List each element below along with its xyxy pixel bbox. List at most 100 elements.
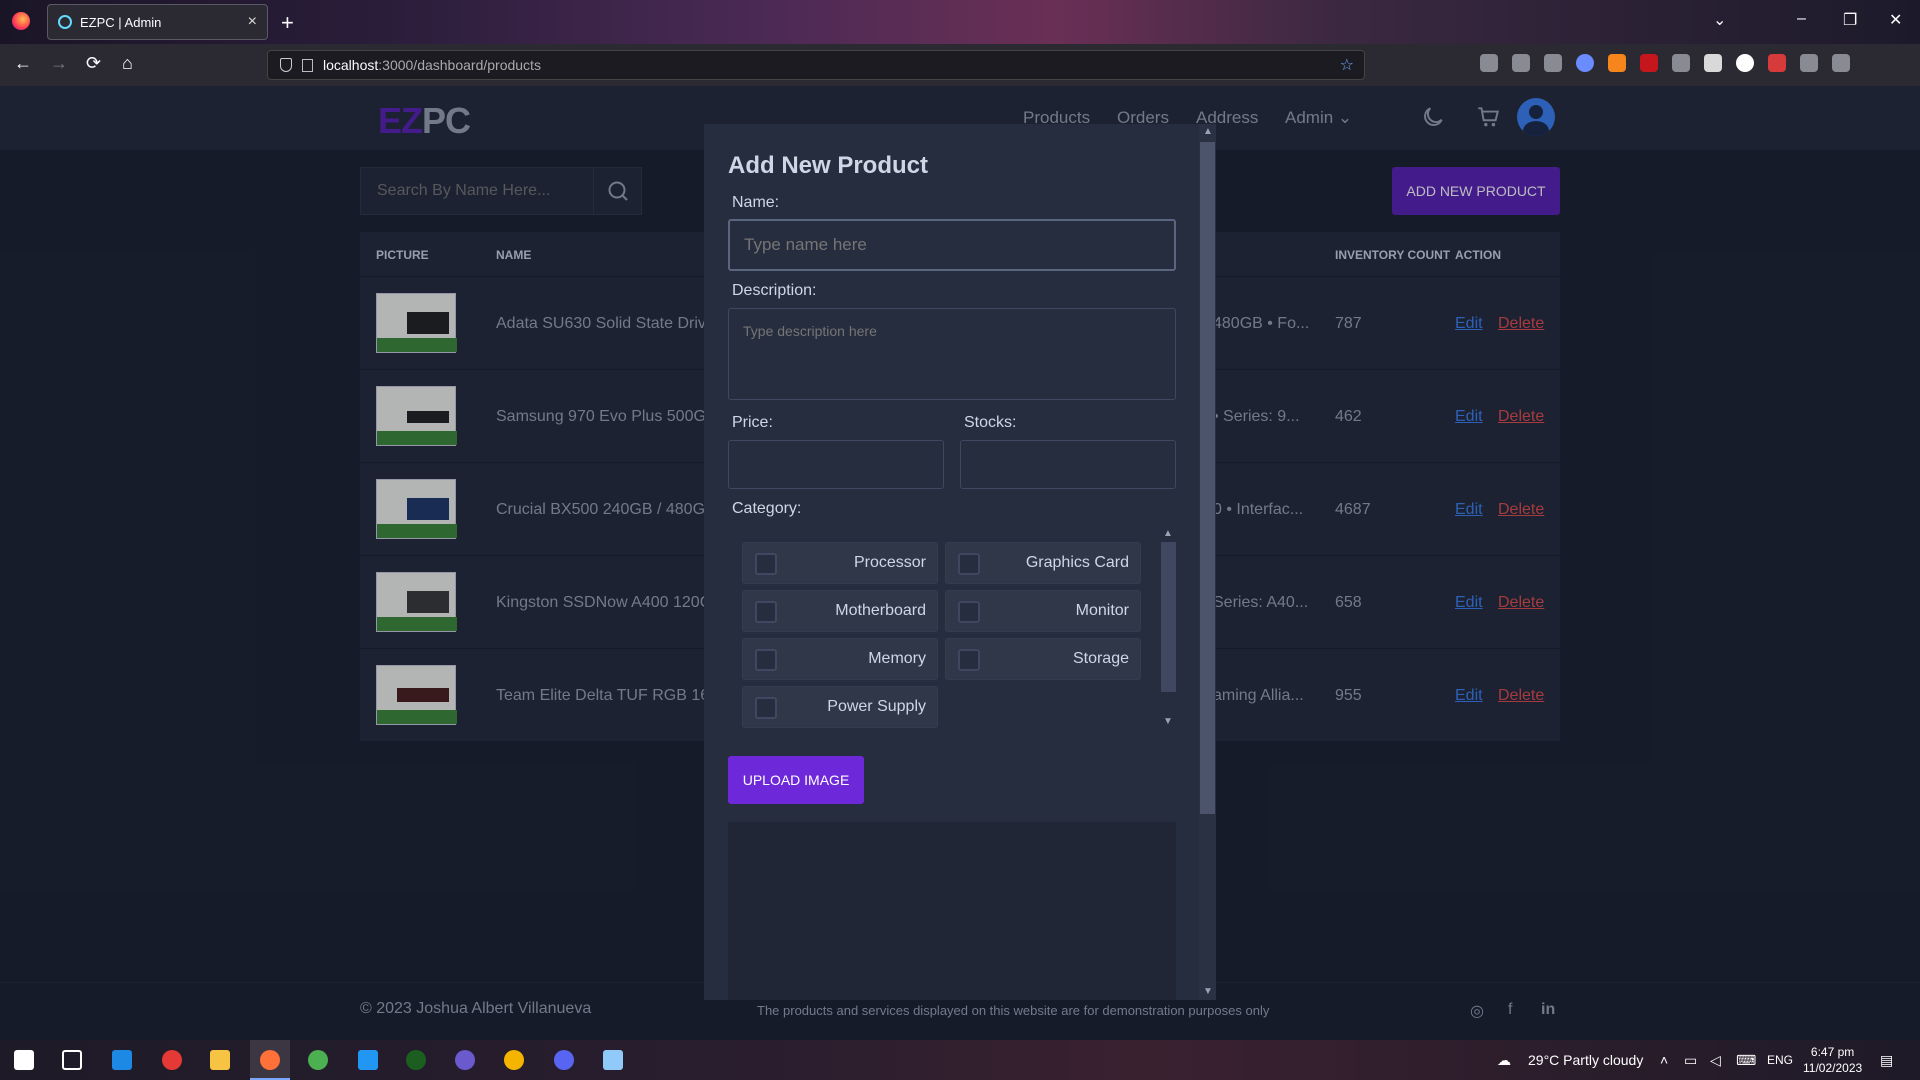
tab-list-chevron-icon[interactable]: ⌄ <box>1713 10 1726 30</box>
category-option[interactable]: Graphics Card <box>945 542 1141 584</box>
category-label-text: Power Supply <box>827 698 926 715</box>
category-option[interactable]: Memory <box>742 638 938 680</box>
vscode-icon[interactable] <box>358 1050 378 1070</box>
url-bar[interactable]: localhost :3000/dashboard/products ☆ <box>267 50 1365 80</box>
scroll-up-arrow-icon[interactable]: ▲ <box>1163 528 1173 539</box>
metamask-icon[interactable] <box>1608 54 1626 72</box>
new-tab-button[interactable]: + <box>281 10 294 36</box>
eclipse-icon[interactable] <box>455 1050 475 1070</box>
category-option[interactable]: Power Supply <box>742 686 938 728</box>
library-icon[interactable] <box>1512 54 1530 72</box>
weather-text[interactable]: 29°C Partly cloudy <box>1528 1052 1643 1068</box>
description-label: Description: <box>732 282 817 299</box>
bitwarden-icon[interactable] <box>1736 54 1754 72</box>
category-option[interactable]: Motherboard <box>742 590 938 632</box>
category-label-text: Monitor <box>1075 602 1129 619</box>
network-icon[interactable]: ▭ <box>1684 1052 1697 1069</box>
menu-icon[interactable] <box>1832 54 1850 72</box>
category-checkbox[interactable] <box>755 697 777 719</box>
screenshot-icon[interactable] <box>1672 54 1690 72</box>
language-indicator[interactable]: ENG <box>1767 1053 1793 1067</box>
modal-title: Add New Product <box>728 152 929 179</box>
stocks-input[interactable] <box>960 440 1176 489</box>
firefox-taskbar-icon[interactable] <box>260 1050 280 1070</box>
minimize-button[interactable]: – <box>1797 10 1806 28</box>
trello-icon[interactable] <box>112 1050 132 1070</box>
category-list: Processor Graphics Card Motherboard Moni… <box>728 526 1176 730</box>
category-checkbox[interactable] <box>755 553 777 575</box>
react-icon <box>58 15 72 29</box>
reload-button[interactable]: ⟳ <box>86 53 101 74</box>
tab-title: EZPC | Admin <box>80 14 162 30</box>
firefox-icon[interactable] <box>12 12 30 30</box>
category-checkbox[interactable] <box>958 601 980 623</box>
url-path: :3000/dashboard/products <box>378 57 541 73</box>
category-checkbox[interactable] <box>958 553 980 575</box>
weather-icon[interactable]: ☁ <box>1497 1052 1511 1069</box>
notes-icon[interactable] <box>603 1050 623 1070</box>
category-option[interactable]: Monitor <box>945 590 1141 632</box>
windows-taskbar: ☁ 29°C Partly cloudy ˄ ▭ ◁ ⌨ ENG 6:47 pm… <box>0 1040 1920 1080</box>
scrollbar-thumb[interactable] <box>1200 142 1215 814</box>
chrome-icon[interactable] <box>308 1050 328 1070</box>
category-label: Category: <box>732 500 802 517</box>
forward-button[interactable]: → <box>50 53 68 74</box>
bookmark-star-icon[interactable]: ☆ <box>1340 55 1354 75</box>
extension-red-icon[interactable] <box>1768 54 1786 72</box>
product-name-input[interactable] <box>728 219 1176 271</box>
extension-toolbar <box>1480 54 1850 72</box>
shield-icon[interactable] <box>280 58 292 72</box>
scroll-down-arrow-icon[interactable]: ▼ <box>1163 716 1173 727</box>
app-yellow-icon[interactable] <box>504 1050 524 1070</box>
category-checkbox[interactable] <box>755 649 777 671</box>
close-window-button[interactable]: ✕ <box>1889 10 1902 30</box>
tray-chevron-icon[interactable]: ˄ <box>1660 1052 1668 1068</box>
upload-image-button[interactable]: UPLOAD IMAGE <box>728 756 864 804</box>
browser-tab[interactable]: EZPC | Admin × <box>47 4 268 40</box>
extensions-puzzle-icon[interactable] <box>1800 54 1818 72</box>
clock-time: 6:47 pm <box>1810 1045 1855 1059</box>
notification-icon[interactable]: ▤ <box>1880 1052 1893 1069</box>
price-input[interactable] <box>728 440 944 489</box>
category-label-text: Storage <box>1072 650 1129 667</box>
category-checkbox[interactable] <box>755 601 777 623</box>
extension-j-icon[interactable] <box>1576 54 1594 72</box>
extension-icon[interactable] <box>1704 54 1722 72</box>
app-page: EZPC Products Orders Address Admin ⌄ Sea… <box>0 86 1920 1040</box>
stocks-label: Stocks: <box>964 414 1017 431</box>
category-label-text: Motherboard <box>835 602 926 619</box>
discord-icon[interactable] <box>554 1050 574 1070</box>
category-label-text: Processor <box>853 554 926 571</box>
scroll-up-arrow-icon[interactable]: ▲ <box>1203 126 1213 137</box>
category-option[interactable]: Processor <box>742 542 938 584</box>
keyboard-icon[interactable]: ⌨ <box>1736 1052 1756 1069</box>
scroll-down-arrow-icon[interactable]: ▼ <box>1203 986 1213 997</box>
volume-icon[interactable]: ◁ <box>1710 1052 1721 1069</box>
category-scrollbar[interactable]: ▲ ▼ <box>1161 526 1176 730</box>
name-label: Name: <box>732 194 780 211</box>
ublock-icon[interactable] <box>1640 54 1658 72</box>
product-description-input[interactable] <box>728 308 1176 400</box>
category-option[interactable]: Storage <box>945 638 1141 680</box>
back-button[interactable]: ← <box>14 53 32 74</box>
category-label-text: Graphics Card <box>1025 554 1129 571</box>
mongodb-compass-icon[interactable] <box>406 1050 426 1070</box>
system-clock[interactable]: 6:47 pm 11/02/2023 <box>1803 1044 1862 1076</box>
browser-tab-bar: EZPC | Admin × + ⌄ – ❐ ✕ <box>0 0 1920 44</box>
tomato-icon[interactable] <box>162 1050 182 1070</box>
home-button[interactable]: ⌂ <box>122 53 133 74</box>
task-view-icon[interactable] <box>62 1050 82 1070</box>
image-preview-area <box>728 822 1176 1000</box>
category-checkbox[interactable] <box>958 649 980 671</box>
modal-scrollbar[interactable]: ▲ ▼ <box>1199 124 1216 1000</box>
url-host: localhost <box>323 57 379 73</box>
page-icon <box>302 58 313 72</box>
sidebar-icon[interactable] <box>1544 54 1562 72</box>
tab-close-icon[interactable]: × <box>248 13 257 31</box>
file-explorer-icon[interactable] <box>210 1050 230 1070</box>
scrollbar-thumb[interactable] <box>1161 542 1176 692</box>
start-windows-icon[interactable] <box>14 1050 34 1070</box>
clock-date: 11/02/2023 <box>1803 1061 1863 1075</box>
restore-button[interactable]: ❐ <box>1843 10 1857 30</box>
pocket-icon[interactable] <box>1480 54 1498 72</box>
